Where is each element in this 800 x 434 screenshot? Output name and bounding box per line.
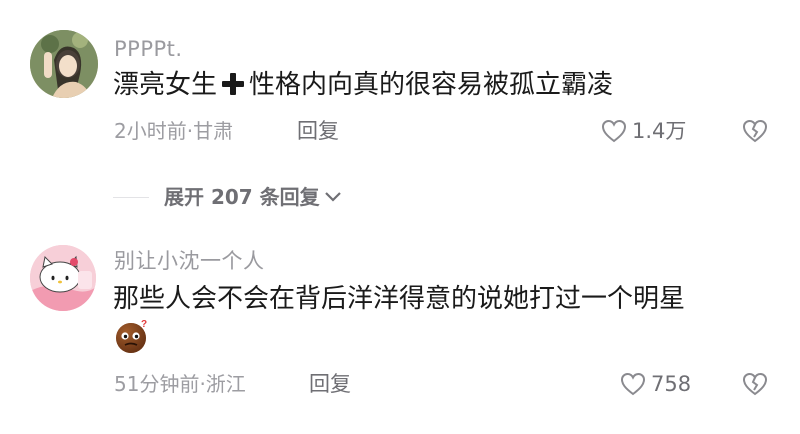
comment-username[interactable]: PPPPt. [114,37,183,61]
broken-heart-icon [742,119,768,143]
like-count: 1.4万 [632,119,687,143]
comment-text: 那些人会不会在背后洋洋得意的说她打过一个明星 [113,284,686,314]
like-count: 758 [651,372,692,396]
avatar-photo [30,30,98,98]
reply-button[interactable]: 回复 [297,119,339,143]
broken-heart-icon [742,372,768,396]
avatar[interactable] [30,245,96,311]
plus-icon [221,72,245,103]
heart-icon [601,119,627,143]
expand-replies-label: 展开 207 条回复 [164,185,320,209]
comment-username[interactable]: 别让小沈一个人 [114,249,265,273]
avatar[interactable] [30,30,98,98]
comment-text-part: 漂亮女生 [113,70,218,100]
comment-meta: 2小时前·甘肃 [114,119,234,143]
confused-face-emoji: ? [114,318,150,358]
chevron-down-icon [324,192,341,202]
reply-button[interactable]: 回复 [309,372,351,396]
svg-text:?: ? [141,319,147,330]
dislike-button[interactable] [742,372,768,400]
dislike-button[interactable] [742,119,768,147]
like-button[interactable]: 758 [620,372,691,396]
expand-replies-button[interactable]: 展开 207 条回复 [164,185,342,209]
comment-text-part: 性格内向真的很容易被孤立霸凌 [249,70,614,100]
expand-divider [113,197,149,198]
comment-text: 漂亮女生 性格内向真的很容易被孤立霸凌 [113,70,613,103]
hello-kitty-avatar [30,245,96,311]
comment-meta: 51分钟前·浙江 [114,372,246,396]
like-button[interactable]: 1.4万 [601,119,686,143]
heart-icon [620,372,646,396]
